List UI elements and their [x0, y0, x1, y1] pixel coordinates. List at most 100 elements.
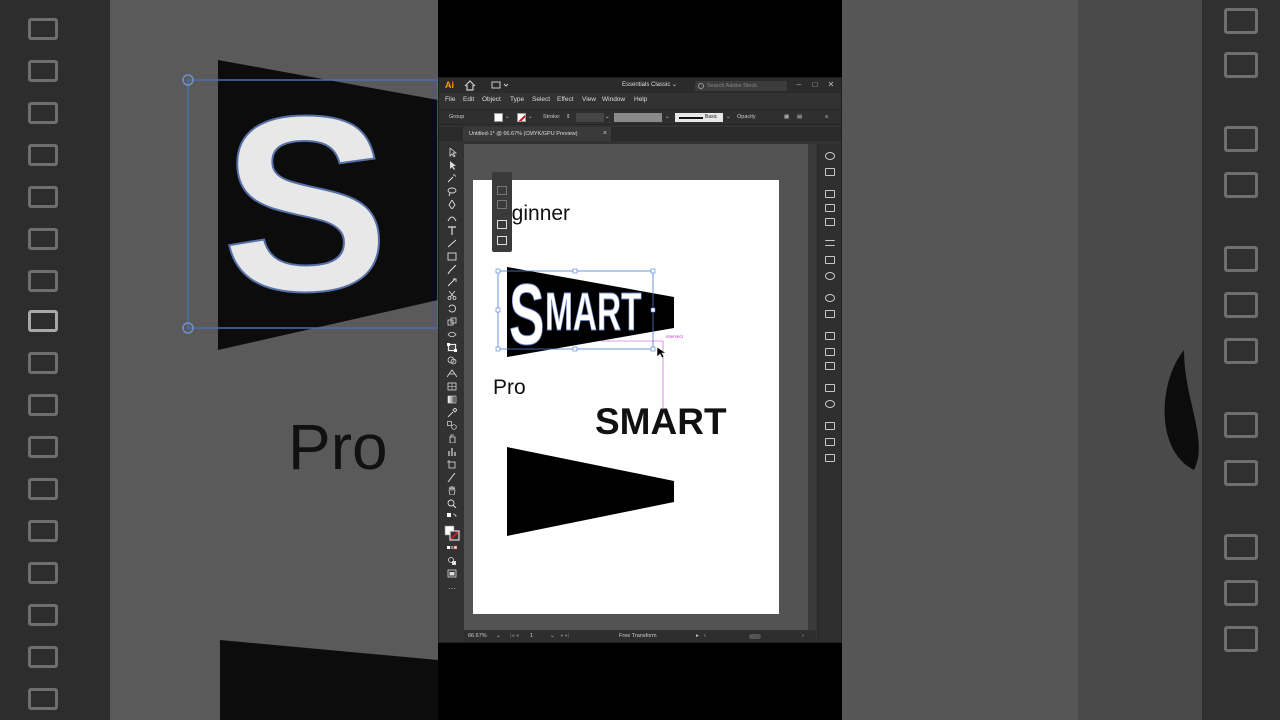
scroll-right-icon[interactable]: ›	[802, 633, 804, 639]
magic-wand-tool[interactable]	[447, 174, 457, 183]
canvas-area[interactable]: eginner Pro SMART S MART intersect	[464, 144, 816, 630]
free-distort-icon[interactable]	[497, 236, 507, 245]
fill-chevron-icon[interactable]: ⌄	[505, 114, 510, 120]
profile-chevron-icon[interactable]: ⌄	[665, 114, 670, 120]
color-none-buttons[interactable]	[447, 544, 457, 553]
screen-mode-button[interactable]	[447, 569, 457, 578]
align-icon[interactable]: ▦	[784, 114, 789, 120]
perspective-grid-tool[interactable]	[447, 369, 457, 378]
artboard-chevron-icon[interactable]: ⌄	[550, 633, 555, 639]
menu-help[interactable]: Help	[634, 96, 647, 103]
stroke-weight-field[interactable]	[576, 113, 604, 122]
workspace-switcher[interactable]: Essentials Classic ⌄	[622, 81, 677, 91]
curvature-tool[interactable]	[447, 213, 457, 222]
menu-edit[interactable]: Edit	[463, 96, 474, 103]
stroke-panel-icon[interactable]	[825, 240, 835, 246]
swatches-icon[interactable]	[825, 190, 835, 198]
gradient-panel-icon[interactable]	[825, 256, 835, 264]
line-segment-tool[interactable]	[447, 239, 457, 248]
brush-chevron-icon[interactable]: ⌄	[726, 114, 731, 120]
3d-materials-icon[interactable]	[825, 384, 835, 392]
brush-definition-dropdown[interactable]: Basic	[675, 113, 723, 122]
home-icon[interactable]	[464, 80, 476, 91]
scale-tool[interactable]	[447, 317, 457, 326]
minimize-button[interactable]: –	[793, 79, 805, 91]
layers-icon[interactable]	[825, 332, 835, 340]
zoom-tool[interactable]	[447, 499, 457, 508]
menu-type[interactable]: Type	[510, 96, 524, 103]
menu-view[interactable]: View	[582, 96, 596, 103]
perspective-distort-icon[interactable]	[497, 220, 507, 229]
transparency-icon[interactable]	[825, 272, 835, 280]
stroke-weight-chevron-icon[interactable]: ⌄	[605, 114, 610, 120]
first-artboard-icon[interactable]: |◂ ◂	[510, 633, 518, 639]
zoom-level[interactable]: 66.67%	[468, 633, 487, 639]
cc-libraries-icon[interactable]	[825, 400, 835, 408]
paintbrush-tool[interactable]	[447, 265, 457, 274]
adobe-stock-search-input[interactable]: Search Adobe Stock	[695, 81, 787, 91]
mesh-tool[interactable]	[447, 382, 457, 391]
artboard-number[interactable]: 1	[530, 633, 533, 639]
color-guide-icon[interactable]	[825, 168, 835, 176]
stroke-chevron-icon[interactable]: ⌄	[528, 114, 533, 120]
shaper-tool[interactable]	[447, 278, 457, 287]
drawing-mode-button[interactable]	[447, 556, 457, 565]
stroke-stepper-icon[interactable]: ⇕	[566, 114, 571, 120]
rotate-tool[interactable]	[447, 304, 457, 313]
scroll-left-icon[interactable]: ‹	[704, 633, 706, 639]
artboards-panel-icon[interactable]	[825, 362, 835, 370]
horizontal-scroll-thumb[interactable]	[749, 634, 761, 639]
default-fill-stroke-toggle[interactable]	[447, 513, 457, 522]
menu-select[interactable]: Select	[532, 96, 550, 103]
symbols-icon[interactable]	[825, 218, 835, 226]
rectangle-tool[interactable]	[447, 252, 457, 261]
artboard[interactable]: eginner Pro SMART S MART intersect	[473, 180, 779, 614]
transform-icon[interactable]: ▤	[797, 114, 802, 120]
hand-tool[interactable]	[447, 486, 457, 495]
symbol-sprayer-tool[interactable]	[447, 434, 457, 443]
opacity-label[interactable]: Opacity	[737, 114, 756, 120]
eraser-tool[interactable]	[447, 291, 457, 300]
free-transform-tool[interactable]	[447, 343, 457, 352]
eyedropper-tool[interactable]	[447, 408, 457, 417]
edit-toolbar-button[interactable]: ···	[447, 585, 457, 595]
free-transform-mode-icon[interactable]	[497, 200, 507, 209]
close-window-button[interactable]: ✕	[825, 79, 837, 91]
menu-effect[interactable]: Effect	[557, 96, 574, 103]
shape-builder-tool[interactable]	[447, 356, 457, 365]
transform-panel-icon[interactable]	[825, 422, 835, 430]
slice-tool[interactable]	[447, 473, 457, 482]
menu-window[interactable]: Window	[602, 96, 625, 103]
stroke-color-swatch[interactable]	[517, 113, 526, 122]
graphic-styles-icon[interactable]	[825, 310, 835, 318]
column-graph-tool[interactable]	[447, 447, 457, 456]
selection-tool[interactable]	[447, 148, 457, 157]
constrain-icon[interactable]	[497, 186, 507, 195]
fill-color-swatch[interactable]	[494, 113, 503, 122]
panel-menu-icon[interactable]: ≡	[825, 114, 828, 120]
vertical-scrollbar[interactable]	[808, 144, 816, 630]
brushes-icon[interactable]	[825, 204, 835, 212]
width-tool[interactable]	[447, 330, 457, 339]
artboard-tool[interactable]	[447, 460, 457, 469]
asset-export-icon[interactable]	[825, 348, 835, 356]
next-artboard-icon[interactable]: ▸ ▸|	[561, 633, 569, 639]
pathfinder-icon[interactable]	[825, 454, 835, 462]
zoom-chevron-icon[interactable]: ⌄	[496, 633, 501, 639]
status-menu-icon[interactable]: ▸	[696, 633, 699, 639]
lasso-tool[interactable]	[447, 187, 457, 196]
align-panel-icon[interactable]	[825, 438, 835, 446]
variable-width-profile[interactable]	[614, 113, 662, 122]
gradient-tool[interactable]	[447, 395, 457, 404]
type-tool[interactable]	[447, 226, 457, 235]
color-panel-icon[interactable]	[825, 152, 835, 160]
pen-tool[interactable]	[447, 200, 457, 209]
document-tab[interactable]: Untitled-1* @ 66.67% (CMYK/GPU Preview) …	[463, 127, 611, 141]
direct-selection-tool[interactable]	[447, 161, 457, 170]
menu-file[interactable]: File	[445, 96, 455, 103]
maximize-button[interactable]: □	[809, 79, 821, 91]
menu-object[interactable]: Object	[482, 96, 501, 103]
blend-tool[interactable]	[447, 421, 457, 430]
appearance-icon[interactable]	[825, 294, 835, 302]
close-icon[interactable]: ×	[603, 127, 607, 141]
